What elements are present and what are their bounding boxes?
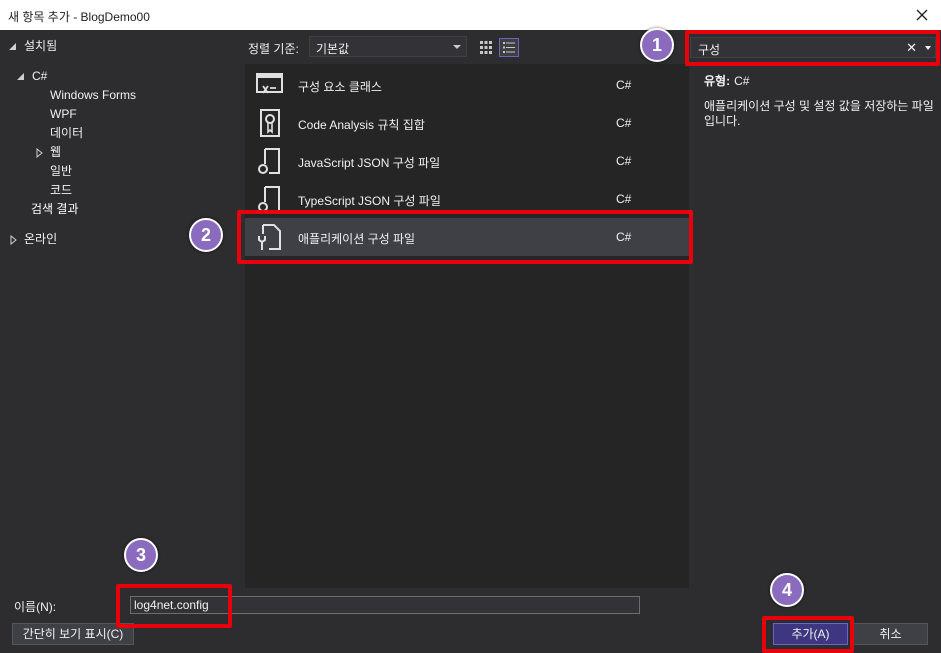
sort-dropdown[interactable]: 기본값	[309, 36, 467, 57]
tree-item-data[interactable]: 데이터	[50, 124, 83, 142]
expanded-arrow-icon	[16, 72, 26, 82]
collapsed-arrow-icon	[34, 147, 44, 158]
tree-item-csharp[interactable]: C#	[16, 67, 47, 85]
name-label: 이름(N):	[14, 600, 57, 614]
sort-value: 기본값	[316, 42, 350, 56]
list-view-icon	[499, 38, 519, 57]
list-item[interactable]: Code Analysis 규칙 집합 C#	[245, 104, 689, 142]
window-title: 새 항목 추가 - BlogDemo00	[8, 10, 150, 24]
type-label: 유형:	[704, 74, 731, 88]
step-badge: 3	[124, 538, 158, 572]
tree-item-search-results[interactable]: 검색 결과	[31, 200, 79, 218]
step-badge: 1	[640, 28, 674, 62]
step-badge: 4	[770, 573, 804, 607]
highlight-box	[116, 584, 232, 628]
highlight-box	[685, 30, 940, 66]
list-item[interactable]: JavaScript JSON 구성 파일 C#	[245, 142, 689, 180]
ruleset-icon	[255, 108, 285, 138]
type-line: 유형: C#	[704, 72, 936, 89]
template-list: 구성 요소 클래스 C# Code Analysis 규칙 집합 C# Java…	[245, 64, 689, 588]
component-class-icon	[255, 70, 285, 100]
tree-item-general[interactable]: 일반	[50, 162, 72, 180]
list-view-button[interactable]	[499, 38, 519, 57]
step-badge: 2	[189, 218, 223, 252]
tree-item-web[interactable]: 웹	[34, 143, 61, 161]
tree-item-installed[interactable]: 설치됨	[8, 37, 57, 55]
tree-item-windows-forms[interactable]: Windows Forms	[50, 86, 136, 104]
close-icon[interactable]	[911, 4, 933, 26]
highlight-box	[762, 616, 854, 653]
collapsed-arrow-icon	[8, 234, 18, 245]
details-pane: 유형: C# 애플리케이션 구성 및 설정 값을 저장하는 파일입니다.	[704, 72, 936, 129]
list-item[interactable]: 구성 요소 클래스 C#	[245, 66, 689, 104]
category-tree: 설치됨 C# Windows Forms WPF 데이터 웹 일반 코드 검색 …	[0, 31, 240, 588]
tree-item-online[interactable]: 온라인	[8, 230, 57, 248]
chevron-down-icon	[453, 45, 461, 49]
type-value: C#	[734, 74, 750, 88]
title-bar: 새 항목 추가 - BlogDemo00	[0, 0, 941, 30]
cancel-button[interactable]: 취소	[853, 623, 928, 645]
grid-view-icon	[480, 41, 492, 54]
json-config-icon	[255, 146, 285, 176]
expanded-arrow-icon	[8, 42, 18, 52]
tree-item-code[interactable]: 코드	[50, 181, 72, 199]
tree-item-wpf[interactable]: WPF	[50, 105, 77, 123]
grid-view-button[interactable]	[476, 38, 496, 57]
highlight-box	[237, 210, 693, 264]
sort-label: 정렬 기준:	[248, 42, 299, 56]
description: 애플리케이션 구성 및 설정 값을 저장하는 파일입니다.	[704, 99, 934, 128]
